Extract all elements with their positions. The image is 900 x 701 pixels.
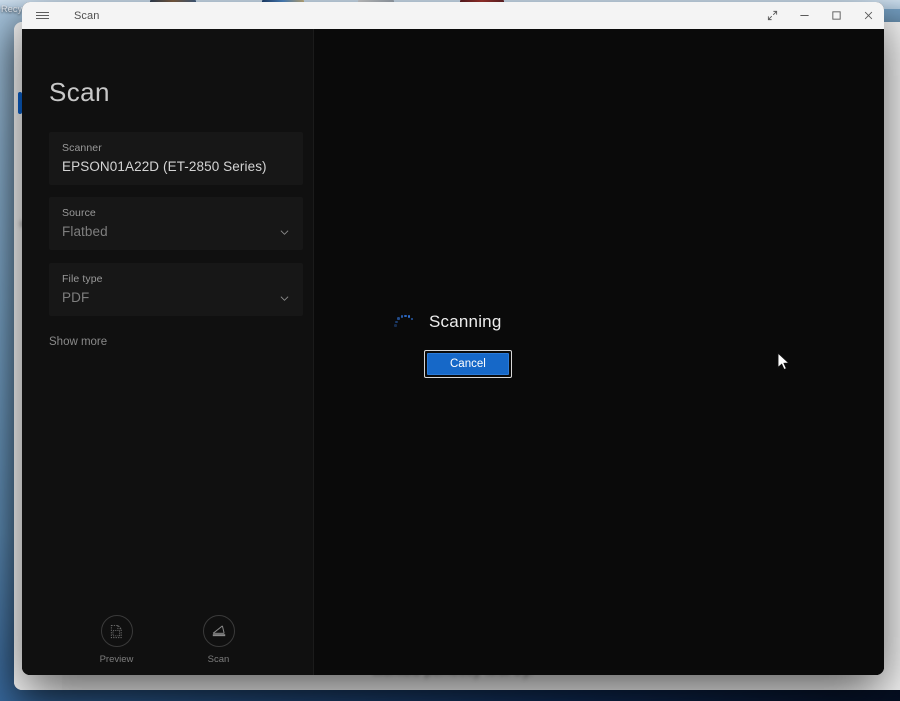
- window-title: Scan: [74, 9, 100, 22]
- cancel-button[interactable]: Cancel: [427, 353, 509, 375]
- scanning-label: Scanning: [429, 312, 502, 331]
- scanning-status: Scanning: [393, 311, 502, 333]
- scan-button[interactable]: Scan: [191, 615, 247, 665]
- scanner-field[interactable]: Scanner EPSON01A22D (ET-2850 Series): [49, 132, 303, 185]
- scan-label: Scan: [207, 654, 230, 665]
- restore-expand-icon[interactable]: [756, 2, 788, 29]
- file-type-label: File type: [62, 273, 103, 285]
- scanner-icon: [202, 615, 235, 647]
- file-type-value: PDF: [62, 290, 90, 305]
- dots-progress-ring-icon: [393, 311, 415, 333]
- preview-pane: Scanning Cancel: [314, 29, 884, 675]
- settings-pane: Scan Scanner EPSON01A22D (ET-2850 Series…: [22, 29, 314, 675]
- cancel-button-focus-ring: Cancel: [424, 350, 512, 378]
- bottom-action-bar: Preview Scan: [22, 615, 313, 665]
- recycle-bin-label: Recy: [1, 4, 23, 14]
- minimize-icon[interactable]: [788, 2, 820, 29]
- hamburger-menu-icon[interactable]: [22, 2, 62, 29]
- app-body: Scan Scanner EPSON01A22D (ET-2850 Series…: [22, 29, 884, 675]
- chevron-down-icon: [280, 228, 289, 237]
- show-more-link[interactable]: Show more: [49, 336, 107, 348]
- source-label: Source: [62, 207, 96, 219]
- scanner-label: Scanner: [62, 142, 102, 154]
- file-type-dropdown[interactable]: File type PDF: [49, 263, 303, 316]
- source-value: Flatbed: [62, 224, 108, 239]
- close-icon[interactable]: [852, 2, 884, 29]
- source-dropdown[interactable]: Source Flatbed: [49, 197, 303, 250]
- window-titlebar[interactable]: Scan: [22, 2, 884, 30]
- maximize-icon[interactable]: [820, 2, 852, 29]
- window-controls: [756, 2, 884, 29]
- scanner-value: EPSON01A22D (ET-2850 Series): [62, 159, 267, 174]
- scan-app-window[interactable]: Scan Scan Scanner EPSON01A22D (ET-2850 S…: [22, 2, 884, 675]
- chevron-down-icon: [280, 294, 289, 303]
- preview-label: Preview: [99, 654, 134, 665]
- page-title: Scan: [49, 77, 110, 107]
- preview-button[interactable]: Preview: [89, 615, 145, 665]
- preview-page-icon: [100, 615, 133, 647]
